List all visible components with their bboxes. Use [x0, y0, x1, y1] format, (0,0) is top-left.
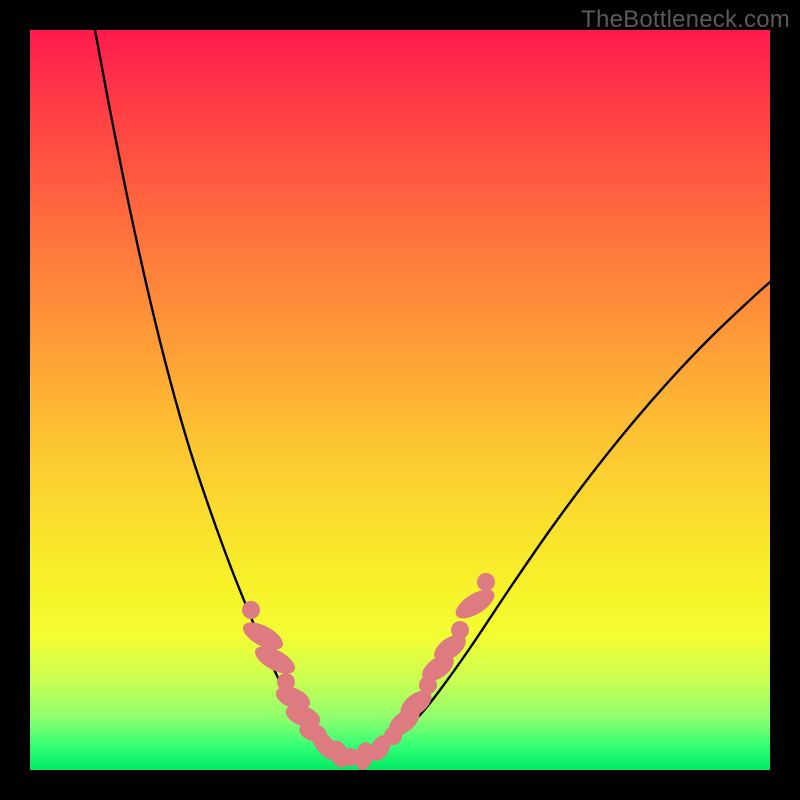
curve-left-branch — [95, 30, 350, 759]
data-marker — [477, 573, 495, 591]
data-marker — [451, 584, 499, 624]
chart-svg — [30, 30, 770, 770]
data-marker — [242, 601, 260, 619]
chart-frame: TheBottleneck.com — [0, 0, 800, 800]
data-marker — [451, 621, 469, 639]
data-markers — [239, 573, 499, 770]
curve-right-branch — [350, 282, 770, 759]
watermark-text: TheBottleneck.com — [581, 6, 790, 34]
plot-area — [30, 30, 770, 770]
